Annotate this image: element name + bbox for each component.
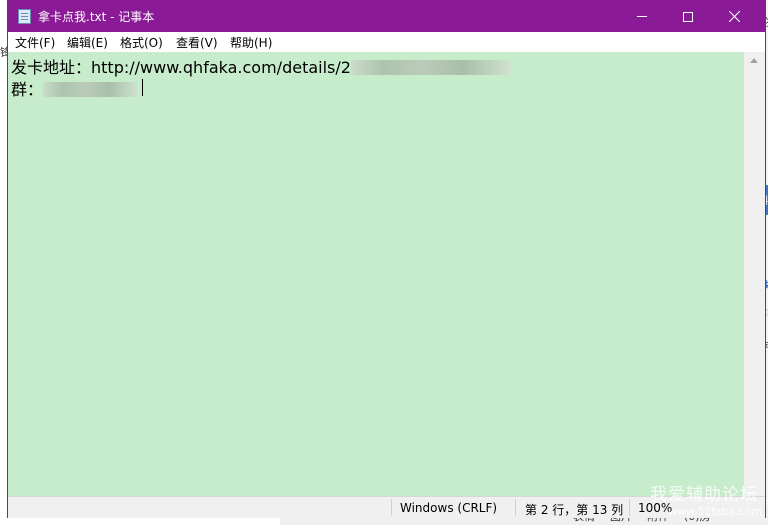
close-button[interactable] bbox=[711, 1, 757, 32]
text-line-1: 发卡地址：http://www.qhfaka.com/details/2 bbox=[11, 54, 511, 78]
title-bar[interactable]: 拿卡点我.txt - 记事本 bbox=[8, 1, 765, 32]
status-separator bbox=[629, 499, 630, 516]
menu-bar: 文件(F) 编辑(E) 格式(O) 查看(V) 帮助(H) bbox=[8, 32, 765, 52]
text-line-1-content: 发卡地址：http://www.qhfaka.com/details/2 bbox=[11, 58, 351, 77]
status-encoding: Windows (CRLF) bbox=[400, 501, 498, 515]
notepad-icon bbox=[18, 9, 31, 24]
maximize-button[interactable] bbox=[665, 1, 711, 32]
menu-format[interactable]: 格式(O) bbox=[120, 34, 163, 51]
close-icon bbox=[728, 11, 740, 22]
maximize-icon bbox=[683, 11, 693, 22]
status-separator bbox=[391, 499, 392, 516]
scroll-up-arrow-icon[interactable] bbox=[750, 58, 758, 63]
text-line-2: 群： bbox=[11, 76, 139, 100]
text-caret bbox=[142, 79, 143, 96]
window-title: 拿卡点我.txt - 记事本 bbox=[38, 10, 155, 24]
text-line-2-content: 群： bbox=[11, 80, 44, 99]
minimize-button[interactable] bbox=[619, 1, 665, 32]
redacted-url-blur bbox=[350, 60, 511, 75]
vertical-scrollbar[interactable] bbox=[744, 52, 765, 496]
menu-edit[interactable]: 编辑(E) bbox=[67, 34, 108, 51]
menu-file[interactable]: 文件(F) bbox=[15, 34, 55, 51]
notepad-window: 拿卡点我.txt - 记事本 文件(F) 编辑(E) 格式(O) 查看(V) 帮… bbox=[7, 0, 766, 518]
menu-help[interactable]: 帮助(H) bbox=[230, 34, 272, 51]
menu-view[interactable]: 查看(V) bbox=[176, 34, 218, 51]
minimize-icon bbox=[637, 16, 647, 17]
watermark-text: 我爱辅助论坛 bbox=[650, 485, 758, 505]
watermark-url: www.52fzba.com bbox=[668, 505, 762, 518]
status-separator bbox=[515, 499, 516, 516]
text-editor[interactable]: 发卡地址：http://www.qhfaka.com/details/2 群： bbox=[8, 52, 744, 496]
redacted-group-blur bbox=[43, 82, 139, 97]
status-cursor-position: 第 2 行，第 13 列 bbox=[525, 503, 624, 517]
